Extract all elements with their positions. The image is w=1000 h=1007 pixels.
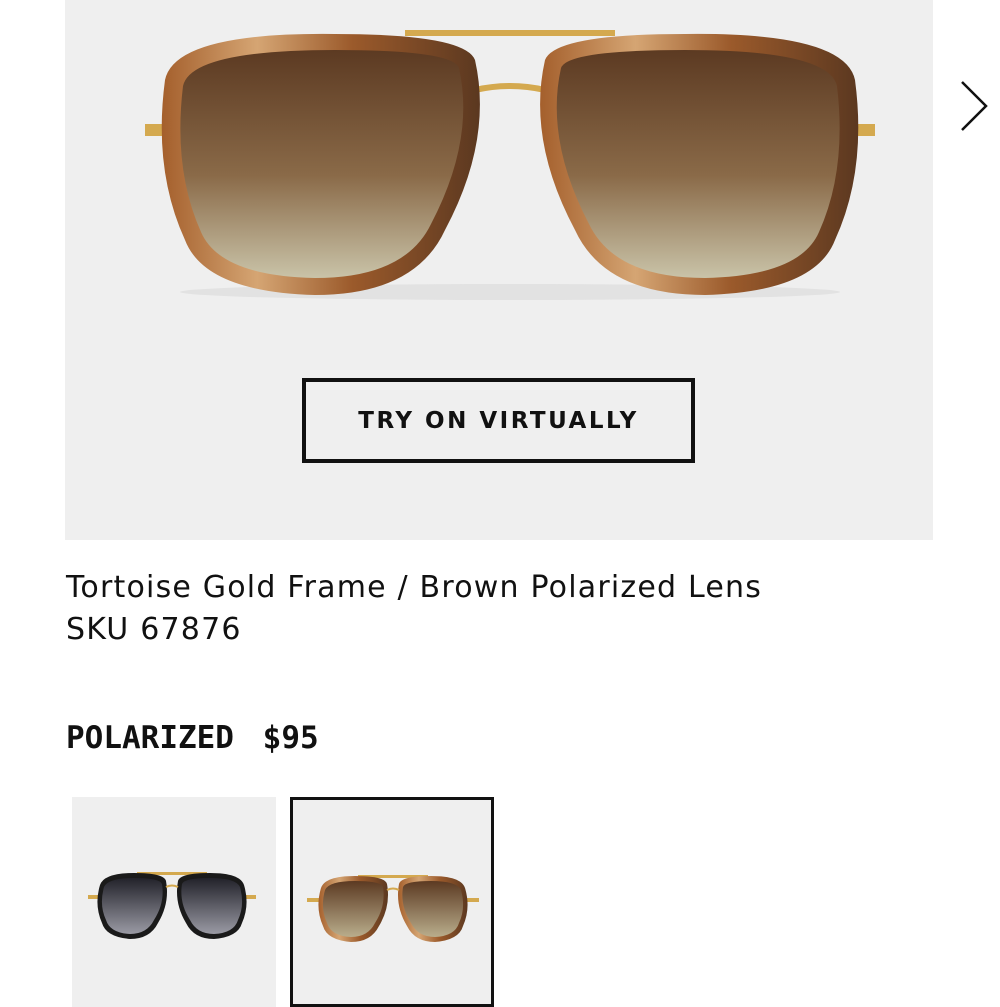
sku-value: 67876 — [140, 612, 242, 647]
product-hero: TRY ON VIRTUALLY — [65, 0, 933, 540]
product-image — [145, 30, 875, 300]
variant-swatch-black[interactable] — [72, 797, 276, 1007]
variant-swatch-tortoise[interactable] — [290, 797, 494, 1007]
variant-image-tortoise — [307, 875, 479, 942]
product-sku: SKU 67876 — [66, 612, 242, 647]
price: $95 — [262, 720, 319, 756]
variant-image-black — [88, 872, 256, 939]
product-title: Tortoise Gold Frame / Brown Polarized Le… — [66, 570, 763, 605]
sku-label: SKU — [66, 612, 130, 647]
try-on-virtually-button[interactable]: TRY ON VIRTUALLY — [302, 378, 695, 463]
lens-price-row: POLARIZED $95 — [66, 720, 329, 756]
chevron-right-icon[interactable] — [958, 78, 992, 134]
lens-type-label: POLARIZED — [66, 720, 234, 756]
